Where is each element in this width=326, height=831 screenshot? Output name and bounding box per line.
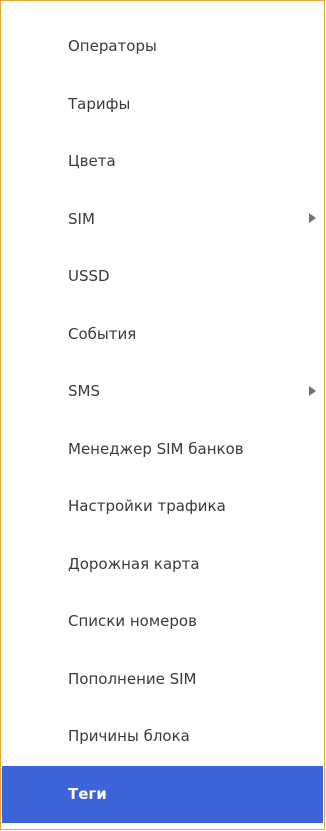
context-menu: Операторы Тарифы Цвета SIM USSD События … (0, 0, 325, 830)
menu-item-label: Настройки трафика (68, 497, 226, 515)
submenu-arrow-icon (309, 385, 316, 396)
menu-item-colors[interactable]: Цвета (2, 133, 323, 191)
menu-item-label: SIM (68, 209, 95, 228)
menu-item-label: Дорожная карта (68, 554, 200, 573)
menu-item-label: Пополнение SIM (68, 669, 197, 688)
menu-item-label: Менеджер SIM банков (68, 439, 244, 458)
menu-item-label: Операторы (68, 37, 157, 55)
menu-item-number-lists[interactable]: Списки номеров (2, 593, 323, 651)
menu-item-events[interactable]: События (2, 306, 323, 364)
menu-item-block-reasons[interactable]: Причины блока (2, 708, 323, 766)
menu-item-label: Причины блока (68, 727, 190, 745)
menu-item-label: USSD (68, 267, 110, 285)
menu-item-operators[interactable]: Операторы (2, 18, 323, 76)
menu-item-tariffs[interactable]: Тарифы (2, 76, 323, 134)
menu-item-tags[interactable]: Теги (2, 765, 323, 823)
menu-item-label: Теги (68, 784, 107, 803)
menu-item-traffic-settings[interactable]: Настройки трафика (2, 478, 323, 536)
menu-item-sim[interactable]: SIM (2, 191, 323, 249)
menu-item-sim-bank-manager[interactable]: Менеджер SIM банков (2, 421, 323, 479)
menu-item-label: Цвета (68, 152, 116, 170)
menu-item-label: Списки номеров (68, 612, 197, 630)
menu-item-label: Тарифы (68, 94, 131, 113)
menu-item-label: SMS (68, 382, 100, 400)
menu-item-ussd[interactable]: USSD (2, 248, 323, 306)
menu-item-roadmap[interactable]: Дорожная карта (2, 536, 323, 594)
menu-item-sms[interactable]: SMS (2, 363, 323, 421)
menu-list: Операторы Тарифы Цвета SIM USSD События … (2, 18, 323, 823)
submenu-arrow-icon (309, 213, 316, 224)
menu-item-label: События (68, 324, 137, 343)
menu-item-sim-topup[interactable]: Пополнение SIM (2, 651, 323, 709)
